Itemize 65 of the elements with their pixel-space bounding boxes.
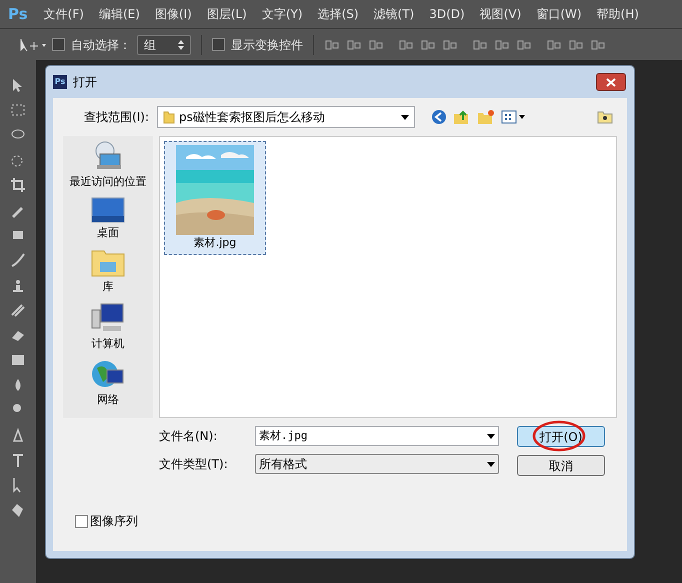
- align-icon[interactable]: [590, 38, 606, 52]
- checkbox[interactable]: [75, 514, 88, 528]
- align-icon[interactable]: [324, 38, 340, 52]
- align-icon[interactable]: [442, 38, 458, 52]
- place-item[interactable]: 桌面: [91, 196, 125, 241]
- menu-item[interactable]: 窗口(W): [536, 5, 582, 23]
- menu-item[interactable]: 图像(I): [154, 5, 192, 23]
- close-button[interactable]: [596, 73, 626, 91]
- app-logo: Ps: [8, 4, 28, 25]
- network-icon: [91, 358, 125, 390]
- target-select[interactable]: 组: [137, 34, 191, 54]
- place-item[interactable]: 最近访问的位置: [70, 140, 146, 190]
- look-in-label: 查找范围(I):: [83, 109, 150, 126]
- move-tool-icon[interactable]: [20, 38, 46, 52]
- file-name-field[interactable]: 素材.jpg: [255, 426, 499, 446]
- new-folder-icon[interactable]: [477, 109, 495, 125]
- dropdown-arrow-icon[interactable]: [401, 114, 409, 120]
- open-button[interactable]: 打开(O): [517, 426, 605, 447]
- align-icon[interactable]: [472, 38, 488, 52]
- dropdown-arrow-icon[interactable]: [487, 462, 495, 466]
- menu-item[interactable]: 文件(F): [44, 5, 84, 23]
- menu-item[interactable]: 文字(Y): [262, 5, 303, 23]
- look-in-select[interactable]: ps磁性套索抠图后怎么移动: [157, 106, 415, 128]
- dialog-title: 打开: [73, 74, 97, 91]
- file-item[interactable]: 素材.jpg: [164, 141, 266, 254]
- align-icon[interactable]: [398, 38, 414, 52]
- align-icon[interactable]: [516, 38, 532, 52]
- menu-item[interactable]: 帮助(H): [596, 5, 639, 23]
- align-icon[interactable]: [368, 38, 384, 52]
- menu-item[interactable]: 视图(V): [480, 5, 522, 23]
- menu-item[interactable]: 编辑(E): [98, 5, 140, 23]
- align-icon[interactable]: [546, 38, 562, 52]
- tool-icon[interactable]: [9, 176, 27, 194]
- back-icon[interactable]: [431, 109, 447, 125]
- image-sequence-label: 图像序列: [90, 513, 138, 530]
- place-item[interactable]: 库: [91, 247, 125, 296]
- folder-icon: [163, 110, 175, 124]
- file-type-select[interactable]: 所有格式: [255, 454, 499, 474]
- view-menu-icon[interactable]: [501, 110, 525, 124]
- align-icon[interactable]: [346, 38, 362, 52]
- folder-icon[interactable]: [597, 110, 613, 124]
- auto-select-label: 自动选择：: [71, 36, 131, 54]
- dropdown-arrow-icon[interactable]: [487, 434, 495, 438]
- close-icon: [606, 78, 616, 86]
- menu-item[interactable]: 选择(S): [318, 5, 359, 23]
- desktop-icon: [91, 196, 125, 222]
- align-icon[interactable]: [494, 38, 510, 52]
- align-icon[interactable]: [420, 38, 436, 52]
- menu-item[interactable]: 滤镜(T): [374, 5, 414, 23]
- checkbox[interactable]: [212, 38, 225, 51]
- show-transform-label: 显示变换控件: [231, 36, 303, 54]
- app-icon: Ps: [53, 75, 67, 89]
- file-name-label: 文件名(N):: [159, 428, 218, 445]
- spinner-arrows-icon[interactable]: [178, 40, 184, 50]
- menu-item[interactable]: 3D(D): [429, 5, 465, 23]
- align-icon[interactable]: [568, 38, 584, 52]
- menu-item[interactable]: 图层(L): [206, 5, 247, 23]
- place-item[interactable]: 网络: [91, 358, 125, 408]
- tool-icon[interactable]: [9, 251, 27, 269]
- computer-icon: [91, 302, 125, 334]
- file-type-label: 文件类型(T):: [159, 456, 229, 473]
- cancel-button[interactable]: 取消: [517, 455, 605, 476]
- up-folder-icon[interactable]: [453, 109, 471, 125]
- checkbox[interactable]: [52, 38, 65, 51]
- place-item[interactable]: 计算机: [91, 302, 125, 352]
